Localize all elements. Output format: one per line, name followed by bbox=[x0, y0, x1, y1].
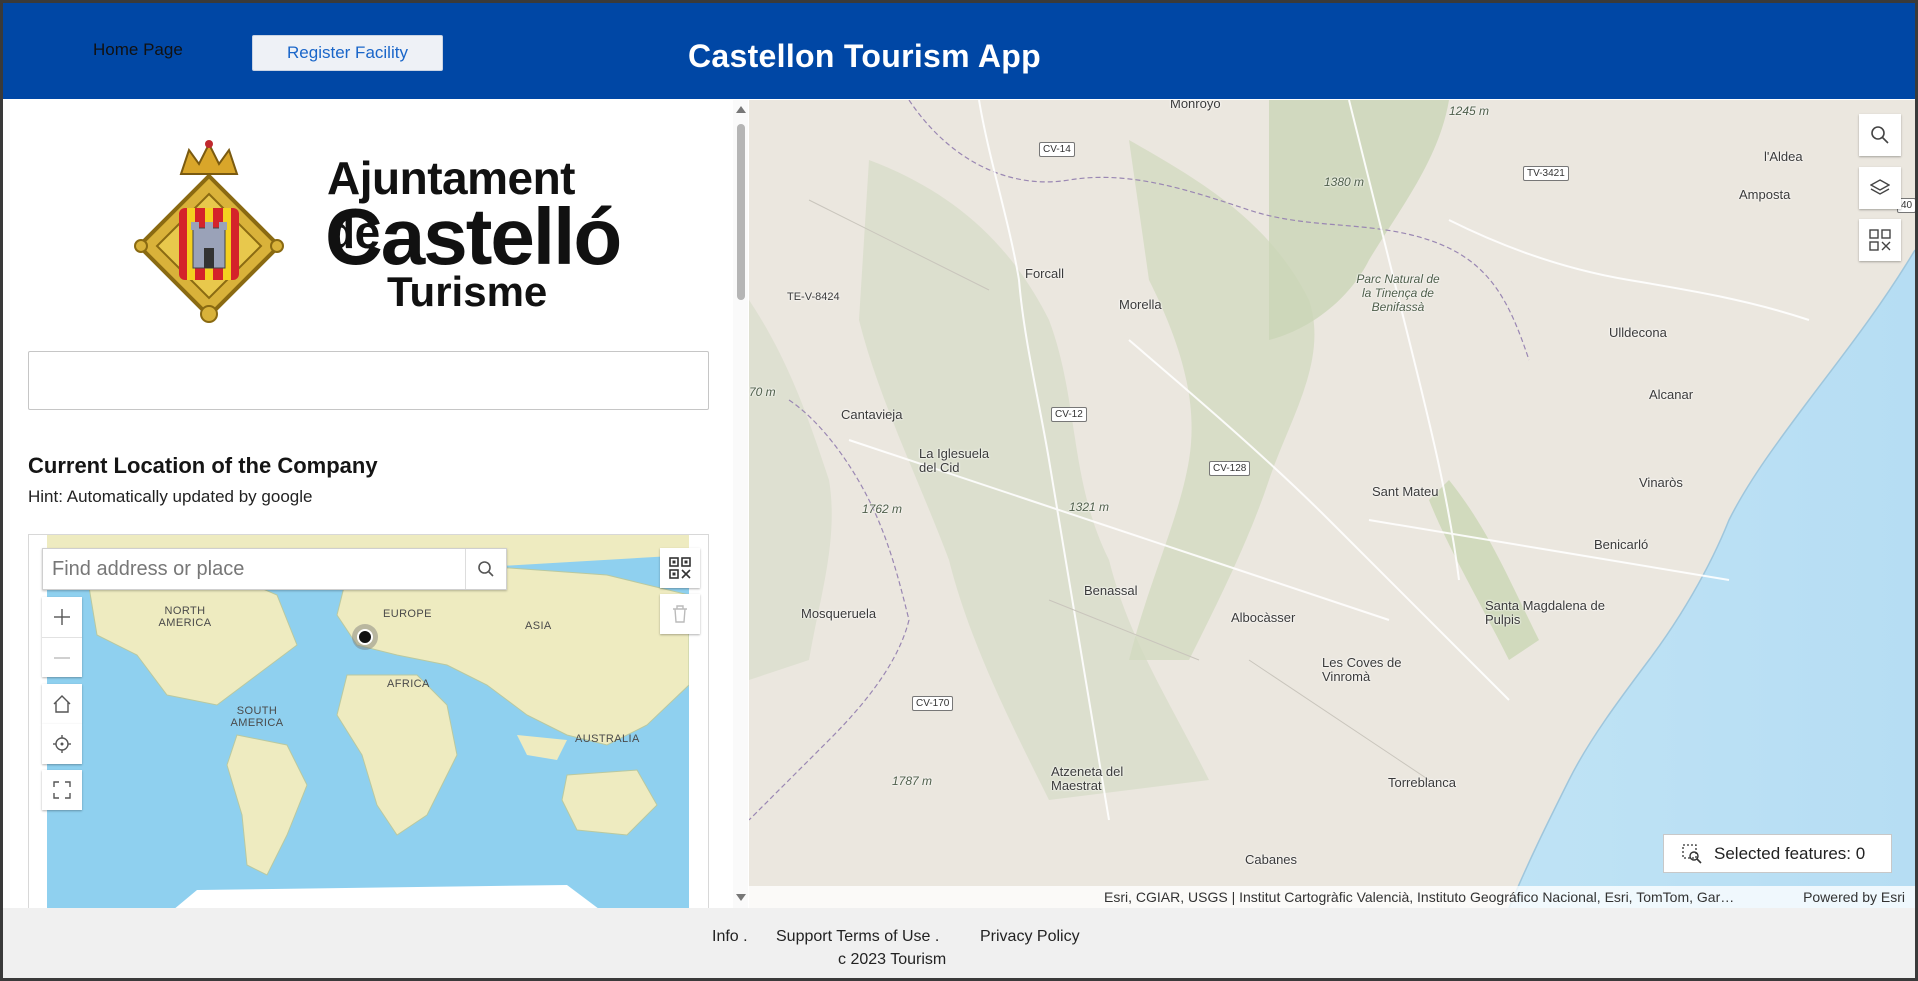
road-shield: CV-170 bbox=[912, 696, 954, 711]
search-icon bbox=[1871, 126, 1889, 144]
road-shield: CV-128 bbox=[1209, 461, 1251, 476]
label-asia: ASIA bbox=[525, 620, 552, 632]
map-elevation-label: 1787 m bbox=[892, 774, 933, 788]
map-place-label: Forcall bbox=[1025, 266, 1065, 281]
fullscreen-icon bbox=[53, 781, 71, 799]
map-place-label: Benassal bbox=[1084, 583, 1138, 598]
app-footer: Info . Support Terms of Use . Privacy Po… bbox=[3, 908, 1915, 978]
map-elevation-label: 1762 m bbox=[862, 502, 903, 516]
select-features-icon bbox=[1682, 843, 1702, 864]
map-place-label: Mosqueruela bbox=[801, 606, 877, 621]
map-elevation-label: 70 m bbox=[749, 385, 776, 399]
plus-icon bbox=[54, 609, 70, 625]
address-search-input[interactable] bbox=[43, 549, 465, 589]
map-attribution: Esri, CGIAR, USGS | Institut Cartogràfic… bbox=[749, 886, 1915, 908]
location-section-title: Current Location of the Company bbox=[28, 453, 378, 478]
label-australia: AUSTRALIA bbox=[575, 733, 640, 745]
locate-icon bbox=[53, 735, 71, 753]
layer-list-button[interactable] bbox=[1859, 167, 1901, 209]
zoom-in-button[interactable] bbox=[42, 597, 82, 637]
zoom-control bbox=[42, 597, 82, 677]
castello-turisme-logo: Ajuntament de Castelló Turisme bbox=[129, 136, 622, 326]
map-place-label: Cabanes bbox=[1245, 852, 1298, 867]
scrollbar-thumb[interactable] bbox=[737, 124, 745, 300]
map-place-label: Benicarló bbox=[1594, 537, 1649, 552]
road-shield: CV-14 bbox=[1039, 142, 1075, 157]
map-elevation-label: 1380 m bbox=[1324, 175, 1365, 189]
coat-of-arms-icon bbox=[134, 140, 284, 323]
map-place-label: Morella bbox=[1119, 297, 1162, 312]
app-window: Home Page Register Facility Castellon To… bbox=[3, 3, 1915, 978]
home-button[interactable] bbox=[42, 684, 82, 724]
map-place-label: Sant Mateu bbox=[1372, 484, 1439, 499]
footer-info-link[interactable]: Info . bbox=[712, 928, 748, 946]
locate-button[interactable] bbox=[42, 724, 82, 764]
location-marker[interactable] bbox=[352, 624, 378, 650]
label-europe: EUROPE bbox=[383, 608, 432, 620]
map-select-tool-button[interactable] bbox=[1859, 219, 1901, 261]
footer-copyright: c 2023 Tourism bbox=[838, 951, 947, 968]
qr-select-icon bbox=[669, 557, 691, 579]
map-park-label: Parc Natural de la Tinença de Benifassà bbox=[1356, 272, 1440, 314]
footer-privacy-link[interactable]: Privacy Policy bbox=[980, 928, 1080, 946]
map-place-label: Vinaròs bbox=[1639, 475, 1683, 490]
logo-line-3: Turisme bbox=[387, 268, 548, 315]
selected-features-label: Selected features: 0 bbox=[1714, 843, 1866, 863]
scroll-up-arrow-icon[interactable] bbox=[736, 106, 746, 113]
scroll-down-arrow-icon[interactable] bbox=[736, 894, 746, 901]
app-header: Home Page Register Facility Castellon To… bbox=[3, 3, 1915, 99]
map-place-label: La Iglesuela del Cid bbox=[919, 446, 990, 475]
footer-support-terms-link[interactable]: Support Terms of Use . bbox=[776, 928, 939, 946]
home-icon bbox=[53, 695, 71, 713]
map-place-label: l'Aldea bbox=[1764, 149, 1803, 164]
trash-icon bbox=[673, 605, 687, 623]
map-elevation-label: 1245 m bbox=[1449, 104, 1490, 118]
map-place-label: Atzeneta del Maestrat bbox=[1051, 764, 1124, 793]
location-hint: Hint: Automatically updated by google bbox=[28, 487, 313, 506]
layers-icon bbox=[1870, 179, 1890, 195]
road-label: TE-V-8424 bbox=[787, 291, 840, 303]
nav-home-link[interactable]: Home Page bbox=[93, 40, 183, 60]
label-north-america: NORTH AMERICA bbox=[158, 605, 212, 629]
search-icon bbox=[478, 561, 494, 577]
map-place-label: Monroyo bbox=[1170, 100, 1221, 111]
app-title: Castellon Tourism App bbox=[688, 38, 1041, 74]
selected-features-button[interactable]: Selected features: 0 bbox=[1663, 834, 1892, 873]
attribution-text[interactable]: Esri, CGIAR, USGS | Institut Cartogràfic… bbox=[1104, 886, 1784, 908]
nav-register-facility-button[interactable]: Register Facility bbox=[252, 35, 443, 71]
form-panel-scrollbar[interactable] bbox=[733, 100, 748, 908]
qr-select-icon bbox=[1869, 229, 1891, 251]
main-map-view[interactable]: Monroyo l'Aldea Amposta Forcall Morella … bbox=[749, 100, 1915, 908]
delete-button[interactable] bbox=[660, 594, 700, 634]
powered-by-esri-link[interactable]: Powered by Esri bbox=[1803, 886, 1905, 908]
map-search-button[interactable] bbox=[1859, 114, 1901, 156]
mini-map-search bbox=[42, 548, 507, 590]
fullscreen-button[interactable] bbox=[42, 770, 82, 810]
world-landmass bbox=[47, 535, 689, 908]
road-shield: CV-12 bbox=[1051, 407, 1087, 422]
label-south-america: SOUTH AMERICA bbox=[230, 705, 284, 729]
company-text-field[interactable] bbox=[28, 351, 709, 410]
address-search-button[interactable] bbox=[465, 549, 506, 589]
minus-icon bbox=[54, 656, 70, 659]
map-place-label: Amposta bbox=[1739, 187, 1791, 202]
road-shield: TV-3421 bbox=[1523, 166, 1569, 181]
map-place-label: Cantavieja bbox=[841, 407, 903, 422]
world-map-view[interactable]: NORTH AMERICA EUROPE ASIA AFRICA SOUTH A… bbox=[47, 535, 689, 908]
map-place-label: Alcanar bbox=[1649, 387, 1694, 402]
location-picker-map[interactable]: NORTH AMERICA EUROPE ASIA AFRICA SOUTH A… bbox=[28, 534, 709, 908]
map-elevation-label: 1321 m bbox=[1069, 500, 1110, 514]
zoom-out-button[interactable] bbox=[42, 637, 82, 677]
map-place-label: Les Coves de Vinromà bbox=[1322, 655, 1402, 684]
mini-select-tool-button[interactable] bbox=[660, 548, 700, 588]
label-africa: AFRICA bbox=[387, 678, 430, 690]
form-panel: Ajuntament de Castelló Turisme Current L… bbox=[3, 100, 748, 908]
map-place-label: Albocàsser bbox=[1231, 610, 1296, 625]
map-place-label: Santa Magdalena de Pulpis bbox=[1485, 598, 1605, 627]
map-place-label: Torreblanca bbox=[1388, 775, 1456, 790]
map-place-label: Ulldecona bbox=[1609, 325, 1667, 340]
